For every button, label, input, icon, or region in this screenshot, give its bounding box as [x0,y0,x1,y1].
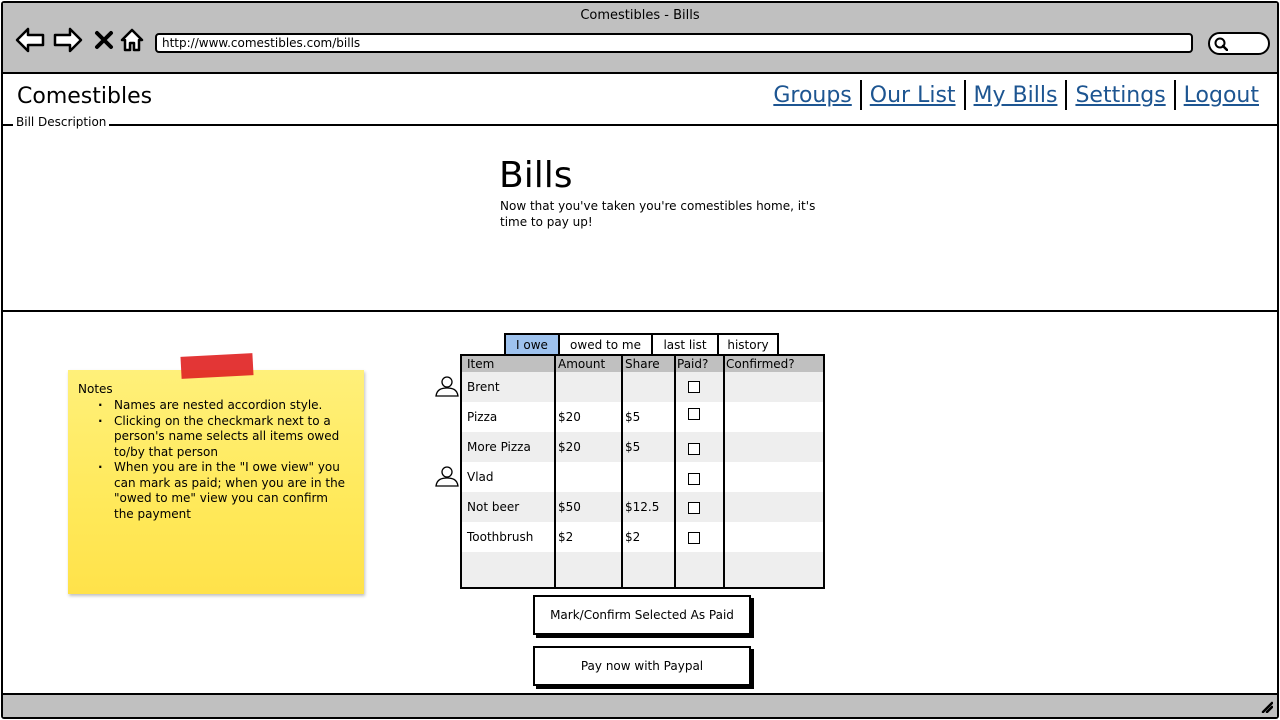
tab-owed-to-me[interactable]: owed to me [560,333,653,355]
note-item: Clicking on the checkmark next to a pers… [98,414,348,461]
close-icon [95,31,113,49]
column-divider [554,356,556,587]
cell-share: $12.5 [625,500,660,514]
url-bar[interactable]: http://www.comestibles.com/bills [155,33,1193,53]
url-text: http://www.comestibles.com/bills [162,36,361,50]
top-navigation: Groups Our List My Bills Settings Logout [765,80,1267,110]
table-header: Item Amount Share Paid? Confirmed? [462,356,823,372]
column-divider [621,356,623,587]
home-button[interactable] [117,25,147,55]
nav-link-groups[interactable]: Groups [765,83,859,108]
cell-share: $5 [625,440,641,454]
page-title: Bills [499,155,573,196]
table-row[interactable]: Pizza $20 $5 [462,402,823,432]
paid-checkbox[interactable] [688,443,700,455]
cell-amount: $50 [558,500,581,514]
nav-link-logout[interactable]: Logout [1176,83,1267,108]
table-row[interactable]: Brent [462,372,823,402]
tab-last-list[interactable]: last list [653,333,719,355]
cell-item: More Pizza [467,440,531,454]
tab-i-owe[interactable]: I owe [504,333,560,355]
paid-checkbox[interactable] [688,473,700,485]
status-bar [3,693,1277,717]
mark-paid-button[interactable]: Mark/Confirm Selected As Paid [533,595,751,635]
notes-list: Names are nested accordion style. Clicki… [98,398,348,522]
arrow-right-icon [53,27,83,53]
paid-checkbox[interactable] [688,532,700,544]
bill-tabs: I owe owed to me last list history [504,333,779,355]
browser-window: Comestibles - Bills http://www.comestibl… [1,1,1279,719]
brand-name: Comestibles [17,84,153,109]
back-button[interactable] [15,25,45,55]
column-header-confirmed: Confirmed? [726,357,795,371]
table-row[interactable]: Not beer $50 $12.5 [462,492,823,522]
table-row[interactable]: More Pizza $20 $5 [462,432,823,462]
search-icon [1214,37,1228,51]
notes-title: Notes [78,382,113,396]
note-item: When you are in the "I owe view" you can… [98,460,348,522]
cell-amount: $2 [558,530,574,544]
arrow-left-icon [15,27,45,53]
sticky-note: Notes Names are nested accordion style. … [68,370,364,594]
tab-history[interactable]: history [719,333,779,355]
paid-checkbox[interactable] [688,502,700,514]
panel-legend: Bill Description [13,115,110,129]
sticky-tape [180,353,254,379]
paid-checkbox[interactable] [688,381,700,393]
column-header-share: Share [625,357,660,371]
nav-link-settings[interactable]: Settings [1067,83,1173,108]
column-header-paid: Paid? [677,357,709,371]
resize-grip-icon[interactable] [1259,699,1273,713]
cell-amount: $20 [558,410,581,424]
column-header-item: Item [467,357,495,371]
cell-item: Toothbrush [467,530,534,544]
nav-link-my-bills[interactable]: My Bills [966,83,1066,108]
user-icon [435,376,459,397]
column-header-amount: Amount [558,357,606,371]
paypal-button[interactable]: Pay now with Paypal [533,646,751,686]
home-icon [120,28,144,52]
column-divider [674,356,676,587]
window-title: Comestibles - Bills [580,8,700,23]
user-icon [435,466,459,487]
page-description: Now that you've taken you're comestibles… [500,199,816,229]
cell-item: Brent [467,380,500,394]
cell-item: Vlad [467,470,494,484]
cell-item: Pizza [467,410,498,424]
cell-share: $2 [625,530,641,544]
browser-chrome: Comestibles - Bills http://www.comestibl… [3,3,1277,74]
paid-checkbox[interactable] [688,408,700,420]
column-divider [723,356,725,587]
note-item: Names are nested accordion style. [98,398,348,414]
table-row[interactable]: Vlad [462,462,823,492]
cell-share: $5 [625,410,641,424]
forward-button[interactable] [53,25,83,55]
table-row-empty [462,552,823,587]
cell-amount: $20 [558,440,581,454]
table-row[interactable]: Toothbrush $2 $2 [462,522,823,552]
cell-item: Not beer [467,500,520,514]
stop-button[interactable] [89,25,119,55]
browser-search-input[interactable] [1208,32,1270,55]
nav-link-our-list[interactable]: Our List [862,83,964,108]
bills-table: Item Amount Share Paid? Confirmed? Brent… [460,354,825,589]
